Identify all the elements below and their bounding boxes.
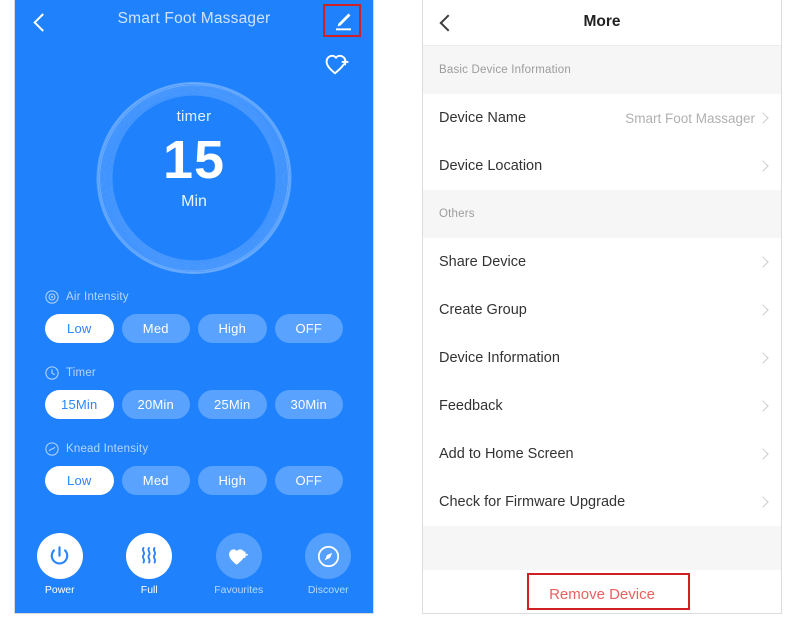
- row-share-device[interactable]: Share Device: [423, 238, 781, 286]
- nav-circle: [126, 533, 173, 579]
- option-air-off[interactable]: OFF: [274, 314, 343, 343]
- row-label: Check for Firmware Upgrade: [439, 494, 626, 510]
- row-value: Smart Foot Massager: [625, 110, 755, 126]
- option-timer-30min[interactable]: 30Min: [274, 390, 343, 419]
- option-knead-off[interactable]: OFF: [274, 466, 343, 495]
- control-group-timer: Timer 15Min 20Min 25Min 30Min: [15, 364, 373, 419]
- group-header: Air Intensity: [15, 288, 373, 306]
- nav-label: Favourites: [214, 584, 264, 596]
- dial-unit: Min: [181, 193, 207, 210]
- row-label: Device Location: [439, 158, 543, 174]
- chevron-right-icon: [757, 448, 769, 460]
- group-label: Knead Intensity: [66, 443, 149, 455]
- control-group-air-intensity: Air Intensity Low Med High OFF: [15, 288, 373, 343]
- group-header: Timer: [15, 364, 373, 382]
- remove-device-label: Remove Device: [549, 585, 655, 603]
- chevron-right-icon: [757, 400, 769, 412]
- nav-circle: [305, 533, 352, 579]
- row-device-name[interactable]: Device Name Smart Foot Massager: [423, 94, 781, 142]
- device-screen-header: Smart Foot Massager: [15, 0, 373, 44]
- nav-label: Discover: [307, 584, 349, 596]
- nav-label: Full: [140, 584, 158, 596]
- pencil-edit-icon: [336, 13, 351, 31]
- chevron-right-icon: [757, 304, 769, 316]
- chevron-right-icon: [757, 256, 769, 268]
- row-add-to-home-screen[interactable]: Add to Home Screen: [423, 430, 781, 478]
- control-group-knead-intensity: Knead Intensity Low Med High OFF: [15, 440, 373, 495]
- dial-label: timer: [176, 108, 212, 125]
- option-knead-high[interactable]: High: [198, 466, 267, 495]
- nav-item-favourites[interactable]: Favourites: [194, 533, 284, 596]
- timer-options: 15Min 20Min 25Min 30Min: [15, 390, 373, 419]
- heart-plus-icon: [229, 548, 249, 565]
- option-air-med[interactable]: Med: [121, 314, 190, 343]
- option-knead-med[interactable]: Med: [121, 466, 190, 495]
- option-air-low[interactable]: Low: [45, 314, 114, 343]
- nav-circle: [215, 533, 262, 579]
- nav-circle: [36, 533, 83, 579]
- row-create-group[interactable]: Create Group: [423, 286, 781, 334]
- nav-label: Power: [44, 584, 75, 596]
- option-air-high[interactable]: High: [198, 314, 267, 343]
- knead-intensity-options: Low Med High OFF: [15, 466, 373, 495]
- section-heading-others: Others: [423, 190, 781, 238]
- group-header: Knead Intensity: [15, 440, 373, 458]
- compass-icon: [317, 545, 339, 567]
- nav-item-discover[interactable]: Discover: [284, 533, 374, 596]
- device-control-screen: Smart Foot Massager timer 15 Min Air Int…: [14, 0, 374, 614]
- chevron-right-icon: [757, 496, 769, 508]
- power-icon: [51, 545, 69, 565]
- more-settings-screen: More Basic Device Information Device Nam…: [422, 0, 782, 614]
- option-timer-15min[interactable]: 15Min: [45, 390, 114, 419]
- row-label: Share Device: [439, 254, 527, 270]
- option-timer-25min[interactable]: 25Min: [198, 390, 267, 419]
- nav-item-full[interactable]: Full: [105, 533, 195, 596]
- row-feedback[interactable]: Feedback: [423, 382, 781, 430]
- target-circle-icon: [45, 290, 59, 304]
- edit-button-highlight[interactable]: [323, 4, 361, 37]
- remove-device-button[interactable]: Remove Device: [423, 570, 781, 613]
- option-timer-20min[interactable]: 20Min: [121, 390, 190, 419]
- bottom-navigation-bar: Power Full Favourites Discover: [15, 525, 373, 613]
- row-check-for-firmware-upgrade[interactable]: Check for Firmware Upgrade: [423, 478, 781, 526]
- dial-value: 15: [162, 130, 226, 190]
- air-intensity-options: Low Med High OFF: [15, 314, 373, 343]
- clock-icon: [45, 366, 59, 380]
- row-label: Create Group: [439, 302, 527, 318]
- timer-dial[interactable]: timer 15 Min: [15, 62, 373, 294]
- section-gap: [423, 526, 781, 570]
- chevron-right-icon: [757, 160, 769, 172]
- row-device-information[interactable]: Device Information: [423, 334, 781, 382]
- group-label: Timer: [66, 367, 96, 379]
- waves-icon: [142, 547, 157, 564]
- row-label: Device Information: [439, 350, 560, 366]
- nav-item-power[interactable]: Power: [15, 533, 105, 596]
- option-knead-low[interactable]: Low: [45, 466, 114, 495]
- dial-readout: timer 15 Min: [15, 108, 373, 211]
- knead-circle-icon: [45, 442, 59, 456]
- row-label: Device Name: [439, 110, 527, 126]
- row-device-location[interactable]: Device Location: [423, 142, 781, 190]
- chevron-right-icon: [757, 352, 769, 364]
- group-label: Air Intensity: [66, 291, 129, 303]
- page-title: Smart Foot Massager: [117, 10, 271, 27]
- more-screen-header: More: [423, 0, 781, 46]
- row-label: Add to Home Screen: [439, 446, 574, 462]
- row-label: Feedback: [439, 398, 503, 414]
- section-heading-basic-device-information: Basic Device Information: [423, 46, 781, 94]
- page-title: More: [583, 13, 621, 30]
